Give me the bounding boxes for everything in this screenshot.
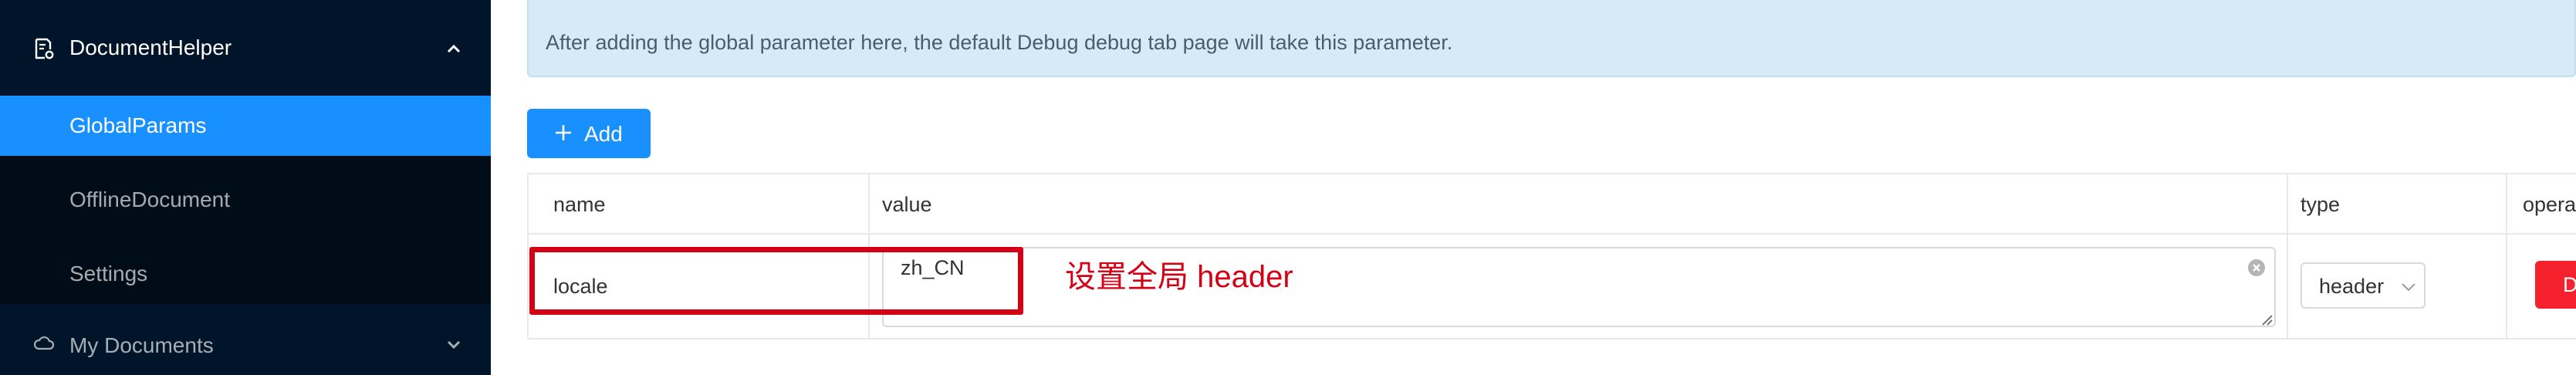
delete-button-label: D [2563,273,2576,296]
column-header-operation: opera [2523,193,2576,216]
annotation-highlight-box [529,247,1023,315]
type-select[interactable]: header [2300,262,2426,309]
alert-text: After adding the global parameter here, … [546,31,1453,54]
add-button[interactable]: Add [527,109,651,158]
clear-icon[interactable] [2246,258,2267,278]
submenu: GlobalParams OfflineDocument Settings [0,96,491,304]
sidebar: DocumentHelper GlobalParams OfflineDocum… [0,0,491,375]
column-divider [2506,174,2507,340]
sidebar-item-label: GlobalParams [69,113,207,137]
menu-group-my-documents[interactable]: My Documents [0,315,491,375]
delete-button[interactable]: D [2535,261,2576,309]
sidebar-item-global-params[interactable]: GlobalParams [0,96,491,156]
plus-icon [556,125,571,140]
info-alert: After adding the global parameter here, … [527,0,2576,77]
document-settings-icon [35,38,54,59]
annotation-text: 设置全局 header [1065,260,1293,294]
chevron-up-icon [447,44,461,53]
sidebar-item-label: OfflineDocument [69,188,231,211]
cloud-icon [33,336,55,350]
type-select-value: header [2319,275,2385,298]
menu-group-label: DocumentHelper [69,35,232,59]
add-button-label: Add [584,122,623,146]
menu-group-label: My Documents [69,333,214,357]
chevron-down-icon [2402,283,2415,292]
resize-handle-icon[interactable] [2260,313,2273,326]
column-header-type: type [2300,193,2341,216]
sidebar-item-offline-document[interactable]: OfflineDocument [0,170,491,230]
column-header-value: value [882,193,932,216]
column-header-name: name [553,193,606,216]
menu-group-document-helper[interactable]: DocumentHelper [0,0,491,96]
column-divider [2287,174,2288,340]
sidebar-item-label: Settings [69,262,148,285]
table-header: name value type opera [529,174,2576,235]
chevron-down-icon [447,340,461,350]
sidebar-item-settings[interactable]: Settings [0,244,491,304]
